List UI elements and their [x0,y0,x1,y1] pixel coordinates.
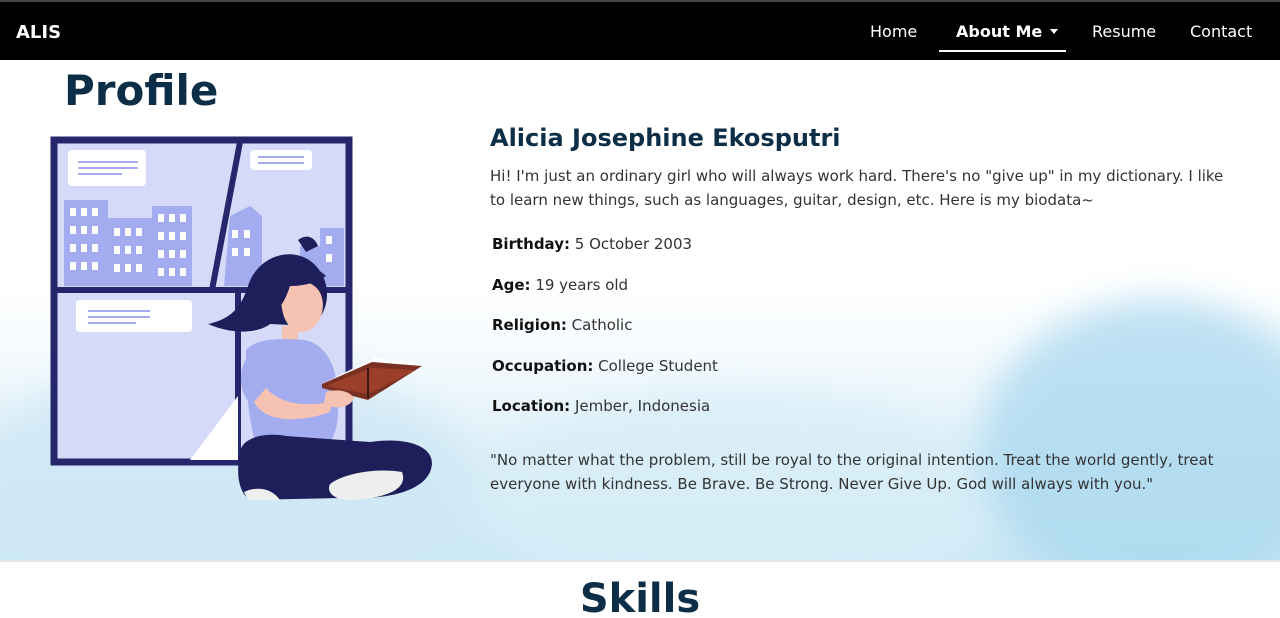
fact-location: Location: Jember, Indonesia [492,397,710,415]
fact-occupation: Occupation: College Student [492,357,718,375]
fact-value: 5 October 2003 [574,235,693,253]
profile-section: Profile Alicia Josephine Ekosputri Hi! I… [0,60,1280,560]
skills-heading: Skills [579,576,701,618]
nav-about-label: About Me [956,22,1043,41]
fact-label: Birthday: [492,235,570,253]
profile-name: Alicia Josephine Ekosputri [490,124,841,152]
brand-logo[interactable]: ALIS [16,22,61,43]
navbar: ALIS Home About Me Resume Contact [0,0,1280,60]
fact-age: Age: 19 years old [492,276,628,294]
girl-reading-book-illustration [50,136,432,500]
fact-religion: Religion: Catholic [492,316,632,334]
nav-resume-link[interactable]: Resume [1092,22,1156,41]
fact-value: Catholic [571,316,633,334]
fact-value: College Student [598,357,718,375]
fact-birthday: Birthday: 5 October 2003 [492,235,692,253]
page-title: Profile [64,66,219,115]
nav-contact-link[interactable]: Contact [1190,22,1252,41]
fact-label: Occupation: [492,357,594,375]
profile-bio: Hi! I'm just an ordinary girl who will a… [490,167,1224,209]
nav-home-link[interactable]: Home [870,22,917,41]
caret-down-icon [1050,29,1059,34]
active-nav-indicator [939,50,1066,52]
fact-label: Location: [492,397,571,415]
section-divider [0,560,1280,562]
nav-about-dropdown[interactable]: About Me [956,22,1059,41]
watercolor-wash [980,300,1280,560]
fact-label: Age: [492,276,531,294]
profile-quote: "No matter what the problem, still be ro… [490,451,1214,493]
fact-value: Jember, Indonesia [574,397,711,415]
fact-label: Religion: [492,316,567,334]
fact-value: 19 years old [535,276,629,294]
